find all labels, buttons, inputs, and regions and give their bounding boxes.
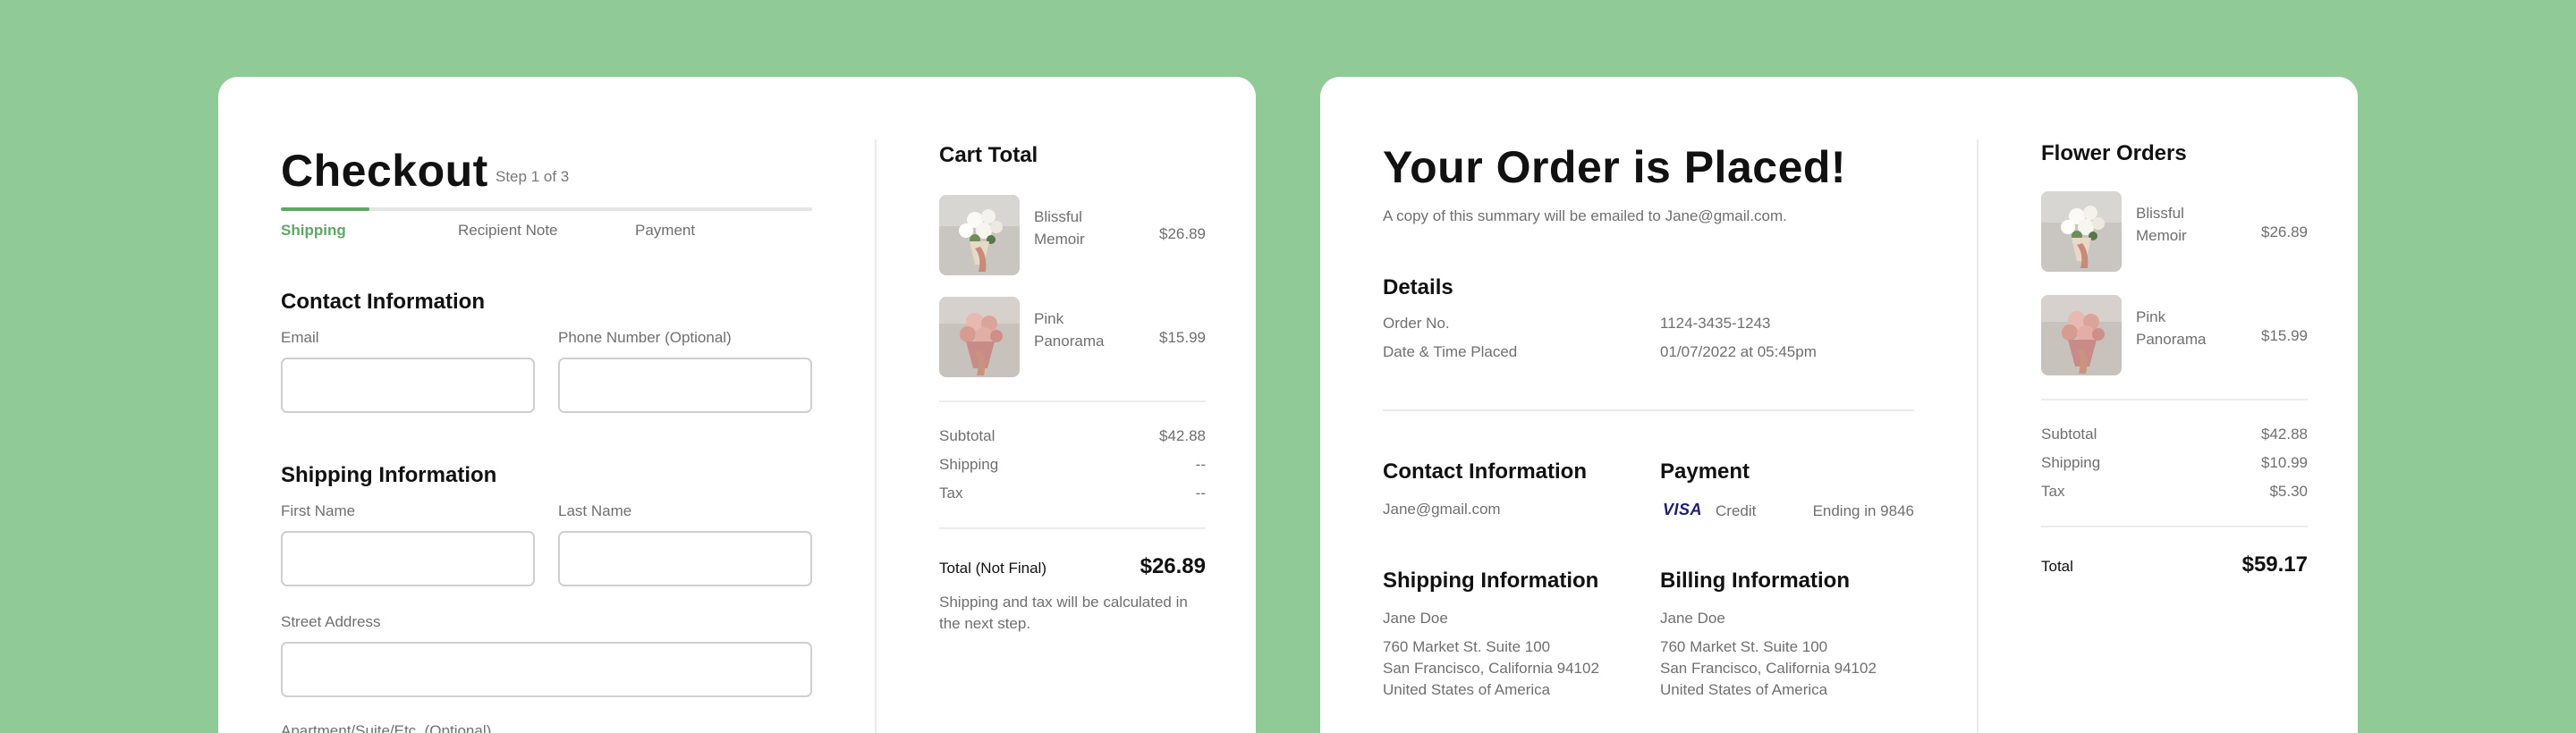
card-type: Credit bbox=[1716, 502, 1757, 519]
divider bbox=[1977, 139, 1979, 733]
subtotal-value: $42.88 bbox=[1159, 427, 1206, 444]
last-name-label: Last Name bbox=[558, 502, 632, 519]
bouquet-white-icon bbox=[2041, 191, 2122, 272]
bouquet-white-icon bbox=[939, 195, 1020, 275]
shipping-note: Shipping and tax will be calculated in t… bbox=[939, 594, 1188, 632]
contact-email: Jane@gmail.com bbox=[1383, 501, 1501, 518]
product-image bbox=[939, 195, 1020, 275]
street-label: Street Address bbox=[281, 613, 381, 630]
divider bbox=[1383, 409, 1914, 411]
total-label: Total (Not Final) bbox=[939, 560, 1046, 577]
product-image bbox=[939, 297, 1020, 377]
contact-section-title: Contact Information bbox=[281, 290, 485, 314]
bouquet-pink-icon bbox=[939, 297, 1020, 377]
address-name: Jane Doe bbox=[1383, 610, 1448, 627]
last-name-field[interactable] bbox=[558, 531, 812, 586]
street-field[interactable] bbox=[281, 642, 812, 697]
date-value: 01/07/2022 at 05:45pm bbox=[1660, 343, 1817, 360]
first-name-field[interactable] bbox=[281, 531, 535, 586]
cart-title: Cart Total bbox=[939, 143, 1038, 167]
progress-fill bbox=[281, 207, 370, 211]
first-name-label: First Name bbox=[281, 502, 356, 519]
apartment-label: Apartment/Suite/Etc. (Optional) bbox=[281, 722, 492, 733]
divider bbox=[939, 400, 1206, 402]
address-line: San Francisco, California 94102 bbox=[1660, 660, 1877, 677]
order-subtitle: A copy of this summary will be emailed t… bbox=[1383, 207, 1787, 224]
phone-label: Phone Number (Optional) bbox=[558, 329, 732, 346]
subtotal-label: Subtotal bbox=[939, 427, 996, 444]
total-label: Total bbox=[2041, 558, 2073, 575]
shipping-value: -- bbox=[1195, 456, 1206, 473]
divider bbox=[2041, 526, 2308, 527]
tab-payment[interactable]: Payment bbox=[635, 222, 695, 240]
cart-item-price: $15.99 bbox=[1159, 329, 1206, 346]
email-field[interactable] bbox=[281, 358, 535, 413]
cart-item-name: Blissful Memoir bbox=[1034, 208, 1085, 248]
flower-orders-title: Flower Orders bbox=[2041, 141, 2187, 165]
order-number-value: 1124-3435-1243 bbox=[1660, 315, 1771, 332]
details-title: Details bbox=[1383, 275, 1453, 299]
address-line: 760 Market St. Suite 100 bbox=[1660, 638, 1828, 655]
tax-value: $5.30 bbox=[2269, 483, 2308, 500]
total-value: $26.89 bbox=[1140, 554, 1206, 578]
address-line: United States of America bbox=[1383, 681, 1551, 698]
checkout-card: Checkout Step 1 of 3 Shipping Recipient … bbox=[218, 77, 1256, 733]
step-indicator: Step 1 of 3 bbox=[496, 168, 570, 185]
visa-icon: VISA bbox=[1660, 499, 1705, 520]
address-line: San Francisco, California 94102 bbox=[1383, 660, 1599, 677]
tab-recipient-note[interactable]: Recipient Note bbox=[458, 222, 558, 240]
cart-item-price: $26.89 bbox=[1159, 225, 1206, 242]
divider bbox=[875, 139, 877, 733]
card-ending: Ending in 9846 bbox=[1812, 502, 1914, 519]
total-value: $59.17 bbox=[2241, 552, 2308, 577]
payment-section-title: Payment bbox=[1660, 459, 1750, 484]
phone-field[interactable] bbox=[558, 358, 812, 413]
address-line: 760 Market St. Suite 100 bbox=[1383, 638, 1551, 655]
date-label: Date & Time Placed bbox=[1383, 343, 1518, 360]
card-brand: VISA bbox=[1662, 500, 1702, 518]
billing-address: Jane Doe 760 Market St. Suite 100 San Fr… bbox=[1660, 608, 1877, 701]
address-line: United States of America bbox=[1660, 681, 1828, 698]
address-name: Jane Doe bbox=[1660, 610, 1725, 627]
shipping-value: $10.99 bbox=[2261, 454, 2308, 471]
tax-label: Tax bbox=[2041, 483, 2065, 500]
order-confirmation-card: Your Order is Placed! A copy of this sum… bbox=[1320, 77, 2358, 733]
cart-item-name: Pink Panorama bbox=[1034, 310, 1105, 350]
shipping-label: Shipping bbox=[939, 456, 999, 473]
product-image bbox=[2041, 191, 2122, 272]
progress-track bbox=[281, 207, 812, 211]
tab-shipping[interactable]: Shipping bbox=[281, 222, 346, 240]
page-title: Checkout bbox=[281, 146, 488, 196]
page-title: Your Order is Placed! bbox=[1383, 142, 1847, 192]
order-item-name: Pink Panorama bbox=[2136, 308, 2207, 348]
order-item-price: $15.99 bbox=[2261, 327, 2308, 344]
shipping-section-title: Shipping Information bbox=[281, 463, 497, 487]
order-item-price: $26.89 bbox=[2261, 223, 2308, 240]
divider bbox=[939, 527, 1206, 529]
tax-value: -- bbox=[1195, 484, 1206, 501]
shipping-address: Jane Doe 760 Market St. Suite 100 San Fr… bbox=[1383, 608, 1599, 701]
subtotal-value: $42.88 bbox=[2261, 425, 2308, 442]
divider bbox=[2041, 399, 2308, 400]
contact-section-title: Contact Information bbox=[1383, 459, 1587, 484]
tax-label: Tax bbox=[939, 484, 963, 501]
order-number-label: Order No. bbox=[1383, 315, 1450, 332]
order-item-name: Blissful Memoir bbox=[2136, 205, 2187, 244]
product-image bbox=[2041, 295, 2122, 375]
bouquet-pink-icon bbox=[2041, 295, 2122, 375]
shipping-section-title: Shipping Information bbox=[1383, 569, 1599, 593]
subtotal-label: Subtotal bbox=[2041, 425, 2097, 442]
shipping-label: Shipping bbox=[2041, 454, 2101, 471]
email-label: Email bbox=[281, 329, 319, 346]
billing-section-title: Billing Information bbox=[1660, 569, 1850, 593]
